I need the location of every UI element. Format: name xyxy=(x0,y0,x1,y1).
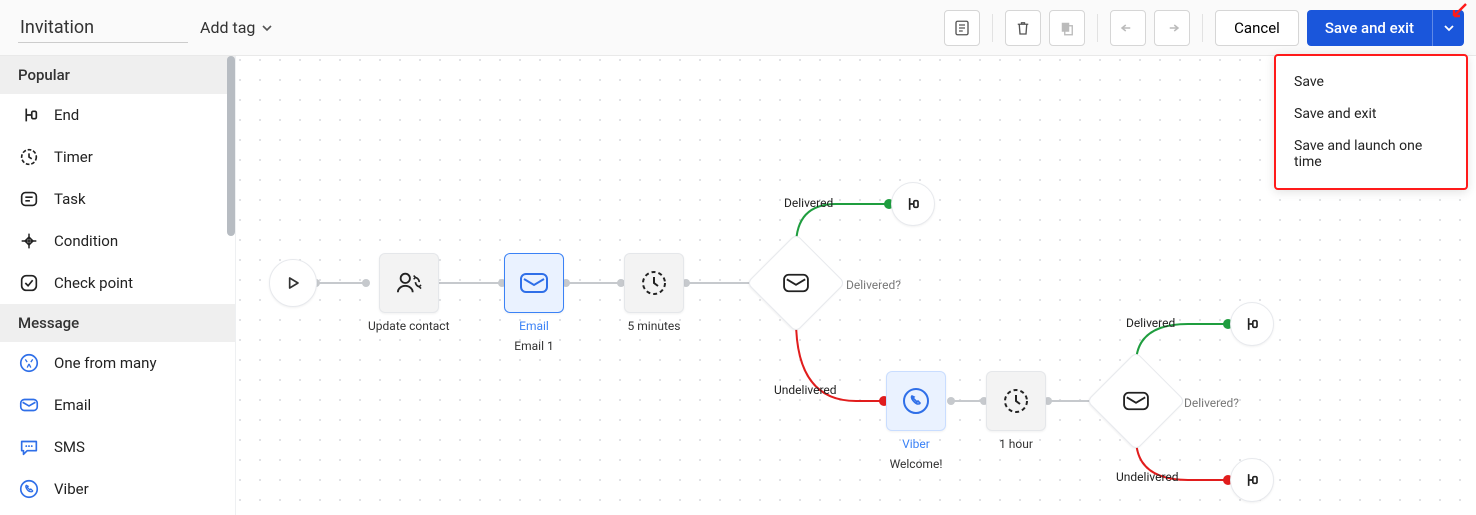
sidebar-item-viber[interactable]: Viber xyxy=(0,468,235,510)
notes-button[interactable] xyxy=(944,10,980,46)
save-dropdown-menu: Save Save and exit Save and launch one t… xyxy=(1274,54,1468,190)
edge-label-undelivered: Undelivered xyxy=(774,383,837,397)
timer-icon xyxy=(640,269,668,297)
sidebar-section-popular: Popular xyxy=(0,56,235,94)
node-label: 1 hour xyxy=(999,437,1033,451)
delete-button[interactable] xyxy=(1005,10,1041,46)
end-icon xyxy=(903,194,923,214)
cancel-button[interactable]: Cancel xyxy=(1215,10,1299,46)
top-bar: Add tag Cancel Save and exit xyxy=(0,0,1476,56)
save-menu-save-exit[interactable]: Save and exit xyxy=(1276,98,1466,130)
sidebar-item-label: SMS xyxy=(54,438,85,456)
save-menu-save-launch[interactable]: Save and launch one time xyxy=(1276,130,1466,178)
node-email[interactable]: Email Email 1 xyxy=(504,253,564,353)
redo-button[interactable] xyxy=(1154,10,1190,46)
annotation-arrow-icon xyxy=(1446,2,1470,26)
email-icon xyxy=(18,394,40,416)
undo-icon xyxy=(1119,19,1137,37)
sidebar-item-label: Condition xyxy=(54,232,118,250)
sidebar-item-task[interactable]: Task xyxy=(0,178,235,220)
flow-start-node[interactable] xyxy=(269,259,317,307)
sidebar-scrollbar[interactable] xyxy=(227,56,235,236)
node-timer-1[interactable]: 5 minutes xyxy=(624,253,684,333)
flow-name-input[interactable] xyxy=(18,13,188,43)
node-update-contact[interactable]: Update contact xyxy=(368,253,450,333)
redo-icon xyxy=(1163,19,1181,37)
timer-icon xyxy=(1002,387,1030,415)
condition-label: Delivered? xyxy=(846,278,901,292)
save-and-exit-button[interactable]: Save and exit xyxy=(1307,10,1432,46)
play-icon xyxy=(283,273,303,293)
edge-label-delivered: Delivered xyxy=(1126,316,1175,330)
sidebar-item-label: Viber xyxy=(54,480,89,498)
end-icon xyxy=(1242,470,1262,490)
node-label: Update contact xyxy=(368,319,450,333)
condition-label: Delivered? xyxy=(1184,396,1239,410)
node-label: Welcome! xyxy=(890,457,943,471)
sidebar-item-end[interactable]: End xyxy=(0,94,235,136)
sidebar-item-label: Timer xyxy=(54,148,93,166)
node-label: 5 minutes xyxy=(628,319,681,333)
end-icon xyxy=(18,104,40,126)
checkpoint-icon xyxy=(18,272,40,294)
task-icon xyxy=(18,188,40,210)
add-tag-button[interactable]: Add tag xyxy=(200,18,273,37)
condition-icon xyxy=(18,230,40,252)
save-menu-save[interactable]: Save xyxy=(1276,66,1466,98)
email-icon xyxy=(782,272,810,294)
sidebar-item-email[interactable]: Email xyxy=(0,384,235,426)
copy-button[interactable] xyxy=(1049,10,1085,46)
sidebar-item-one-from-many[interactable]: One from many xyxy=(0,342,235,384)
node-end-3[interactable] xyxy=(1230,458,1274,502)
sidebar-item-timer[interactable]: Timer xyxy=(0,136,235,178)
node-end-2[interactable] xyxy=(1230,302,1274,346)
timer-icon xyxy=(18,146,40,168)
sidebar-item-checkpoint[interactable]: Check point xyxy=(0,262,235,304)
end-icon xyxy=(1242,314,1262,334)
viber-icon xyxy=(901,386,931,416)
node-timer-2[interactable]: 1 hour xyxy=(986,371,1046,451)
undo-button[interactable] xyxy=(1110,10,1146,46)
sidebar: Popular End Timer Task Condition Check p… xyxy=(0,56,236,515)
sidebar-item-label: Email xyxy=(54,396,91,414)
email-icon xyxy=(519,271,549,295)
add-tag-label: Add tag xyxy=(200,18,255,37)
chevron-down-icon xyxy=(261,22,273,34)
sidebar-item-label: Task xyxy=(54,190,86,208)
edge-label-delivered: Delivered xyxy=(784,196,833,210)
trash-icon xyxy=(1014,19,1032,37)
node-viber[interactable]: Viber Welcome! xyxy=(886,371,946,471)
sidebar-section-message: Message xyxy=(0,304,235,342)
node-type-label: Viber xyxy=(902,437,930,451)
node-label: Email 1 xyxy=(514,339,553,353)
sidebar-item-label: End xyxy=(54,106,79,124)
sidebar-item-sms[interactable]: SMS xyxy=(0,426,235,468)
sidebar-item-label: Check point xyxy=(54,274,133,292)
node-condition-1[interactable] xyxy=(747,234,846,333)
sidebar-item-condition[interactable]: Condition xyxy=(0,220,235,262)
node-condition-2[interactable] xyxy=(1087,352,1186,451)
sidebar-item-label: One from many xyxy=(54,354,157,372)
notes-icon xyxy=(953,19,971,37)
copy-icon xyxy=(1058,19,1076,37)
node-end-1[interactable] xyxy=(891,182,935,226)
update-contact-icon xyxy=(394,270,424,296)
node-type-label: Email xyxy=(519,319,549,333)
viber-icon xyxy=(18,478,40,500)
email-icon xyxy=(1122,390,1150,412)
edge-label-undelivered: Undelivered xyxy=(1116,470,1179,484)
one-from-many-icon xyxy=(18,352,40,374)
sms-icon xyxy=(18,436,40,458)
